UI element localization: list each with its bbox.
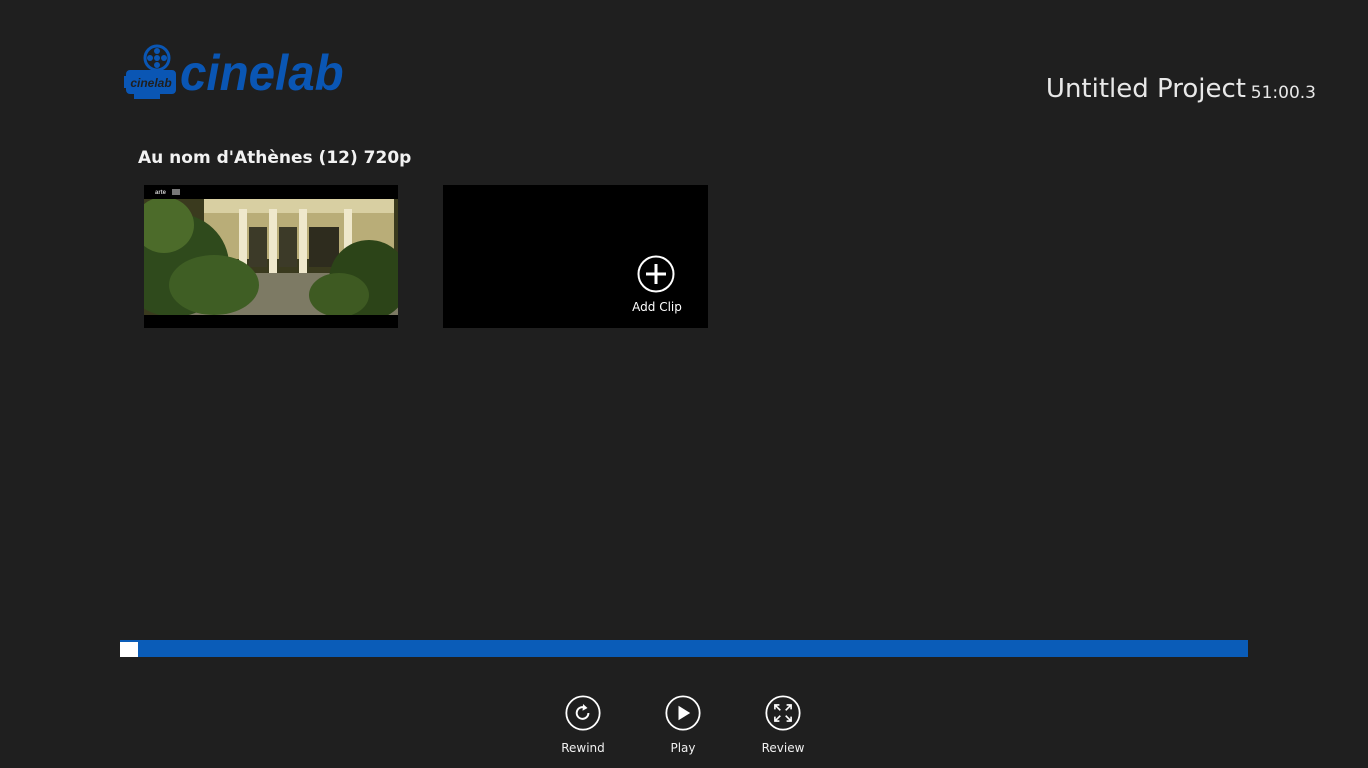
fullscreen-icon bbox=[765, 695, 801, 731]
clip-group-title: Au nom d'Athènes (12) 720p bbox=[138, 148, 412, 168]
timeline-scrubber[interactable] bbox=[120, 640, 1248, 657]
rewind-button[interactable]: Rewind bbox=[553, 695, 613, 755]
timeline-playhead[interactable] bbox=[120, 642, 138, 657]
cinelab-logo: cinelab cinelab bbox=[124, 42, 352, 104]
video-thumbnail-image: arte bbox=[144, 185, 398, 328]
play-button[interactable]: Play bbox=[653, 695, 713, 755]
add-clip-button[interactable]: Add Clip bbox=[443, 185, 708, 328]
clip-thumbnail[interactable]: arte bbox=[144, 185, 398, 328]
project-duration: 51:00.3 bbox=[1250, 83, 1316, 103]
add-clip-label: Add Clip bbox=[632, 300, 682, 314]
add-icon bbox=[637, 255, 675, 293]
svg-text:cinelab: cinelab bbox=[130, 76, 171, 90]
play-label: Play bbox=[670, 741, 696, 755]
app-root: cinelab cinelab Untitled Project 51:00.3… bbox=[0, 0, 1368, 768]
svg-text:arte: arte bbox=[155, 190, 167, 196]
logo-wordmark: cinelab bbox=[180, 45, 344, 101]
rewind-icon bbox=[565, 695, 601, 731]
review-label: Review bbox=[761, 741, 805, 755]
review-button[interactable]: Review bbox=[753, 695, 813, 755]
project-title: Untitled Project bbox=[1045, 74, 1246, 104]
rewind-label: Rewind bbox=[561, 741, 605, 755]
film-reel-icon: cinelab bbox=[124, 44, 178, 102]
play-icon bbox=[665, 695, 701, 731]
